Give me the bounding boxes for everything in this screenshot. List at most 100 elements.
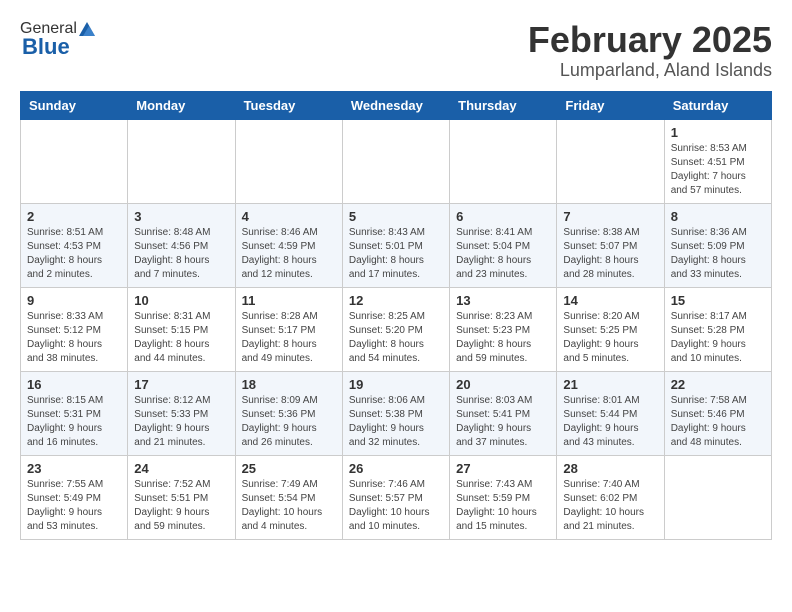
day-info: Sunrise: 8:03 AM Sunset: 5:41 PM Dayligh… [456,394,550,450]
day-info: Sunrise: 8:20 AM Sunset: 5:25 PM Dayligh… [563,310,657,366]
calendar-cell: 12 Sunrise: 8:25 AM Sunset: 5:20 PM Dayli… [342,287,449,371]
day-info: Sunrise: 7:52 AM Sunset: 5:51 PM Dayligh… [134,478,228,534]
calendar-cell: 26 Sunrise: 7:46 AM Sunset: 5:57 PM Dayli… [342,455,449,539]
day-info: Sunrise: 8:51 AM Sunset: 4:53 PM Dayligh… [27,226,121,282]
calendar-cell [128,119,235,203]
day-number: 26 [349,461,443,476]
day-info: Sunrise: 8:06 AM Sunset: 5:38 PM Dayligh… [349,394,443,450]
calendar-cell [342,119,449,203]
month-title: February 2025 [528,20,772,60]
calendar-cell: 8 Sunrise: 8:36 AM Sunset: 5:09 PM Daylig… [664,203,771,287]
day-info: Sunrise: 8:15 AM Sunset: 5:31 PM Dayligh… [27,394,121,450]
day-info: Sunrise: 8:25 AM Sunset: 5:20 PM Dayligh… [349,310,443,366]
day-number: 13 [456,293,550,308]
calendar-table: SundayMondayTuesdayWednesdayThursdayFrid… [20,91,772,540]
day-info: Sunrise: 7:58 AM Sunset: 5:46 PM Dayligh… [671,394,765,450]
calendar-cell: 14 Sunrise: 8:20 AM Sunset: 5:25 PM Dayli… [557,287,664,371]
day-info: Sunrise: 8:23 AM Sunset: 5:23 PM Dayligh… [456,310,550,366]
day-info: Sunrise: 8:28 AM Sunset: 5:17 PM Dayligh… [242,310,336,366]
page-header: General Blue February 2025 Lumparland, A… [20,20,772,81]
calendar-week-row: 1Sunrise: 8:53 AM Sunset: 4:51 PM Daylig… [21,119,772,203]
day-info: Sunrise: 8:46 AM Sunset: 4:59 PM Dayligh… [242,226,336,282]
calendar-cell: 23Sunrise: 7:55 AM Sunset: 5:49 PM Dayli… [21,455,128,539]
day-info: Sunrise: 8:31 AM Sunset: 5:15 PM Dayligh… [134,310,228,366]
logo-icon [79,22,95,36]
calendar-cell: 5 Sunrise: 8:43 AM Sunset: 5:01 PM Daylig… [342,203,449,287]
day-number: 1 [671,125,765,140]
calendar-cell: 17 Sunrise: 8:12 AM Sunset: 5:33 PM Dayli… [128,371,235,455]
day-number: 16 [27,377,121,392]
calendar-cell: 24 Sunrise: 7:52 AM Sunset: 5:51 PM Dayli… [128,455,235,539]
day-info: Sunrise: 8:48 AM Sunset: 4:56 PM Dayligh… [134,226,228,282]
logo: General Blue [20,20,95,60]
day-number: 25 [242,461,336,476]
calendar-cell: 10 Sunrise: 8:31 AM Sunset: 5:15 PM Dayli… [128,287,235,371]
column-header-thursday: Thursday [450,91,557,119]
day-number: 2 [27,209,121,224]
day-number: 27 [456,461,550,476]
day-number: 20 [456,377,550,392]
location-title: Lumparland, Aland Islands [528,60,772,81]
day-info: Sunrise: 8:43 AM Sunset: 5:01 PM Dayligh… [349,226,443,282]
title-area: February 2025 Lumparland, Aland Islands [528,20,772,81]
calendar-cell: 4Sunrise: 8:46 AM Sunset: 4:59 PM Daylig… [235,203,342,287]
calendar-cell: 9 Sunrise: 8:33 AM Sunset: 5:12 PM Daylig… [21,287,128,371]
calendar-cell: 13 Sunrise: 8:23 AM Sunset: 5:23 PM Dayli… [450,287,557,371]
calendar-cell: 27 Sunrise: 7:43 AM Sunset: 5:59 PM Dayli… [450,455,557,539]
day-number: 23 [27,461,121,476]
day-number: 3 [134,209,228,224]
calendar-cell: 3 Sunrise: 8:48 AM Sunset: 4:56 PM Daylig… [128,203,235,287]
day-number: 17 [134,377,228,392]
calendar-cell [557,119,664,203]
calendar-cell: 28Sunrise: 7:40 AM Sunset: 6:02 PM Dayli… [557,455,664,539]
day-number: 22 [671,377,765,392]
day-number: 15 [671,293,765,308]
calendar-cell: 1Sunrise: 8:53 AM Sunset: 4:51 PM Daylig… [664,119,771,203]
day-info: Sunrise: 7:46 AM Sunset: 5:57 PM Dayligh… [349,478,443,534]
day-info: Sunrise: 7:40 AM Sunset: 6:02 PM Dayligh… [563,478,657,534]
calendar-cell: 11 Sunrise: 8:28 AM Sunset: 5:17 PM Dayli… [235,287,342,371]
day-number: 8 [671,209,765,224]
day-info: Sunrise: 8:01 AM Sunset: 5:44 PM Dayligh… [563,394,657,450]
day-number: 24 [134,461,228,476]
day-number: 7 [563,209,657,224]
logo-blue-text: Blue [22,34,70,60]
calendar-cell [235,119,342,203]
calendar-cell [450,119,557,203]
column-header-tuesday: Tuesday [235,91,342,119]
day-number: 18 [242,377,336,392]
calendar-cell: 7 Sunrise: 8:38 AM Sunset: 5:07 PM Daylig… [557,203,664,287]
calendar-week-row: 16 Sunrise: 8:15 AM Sunset: 5:31 PM Dayli… [21,371,772,455]
calendar-cell [21,119,128,203]
day-number: 10 [134,293,228,308]
column-header-wednesday: Wednesday [342,91,449,119]
column-header-friday: Friday [557,91,664,119]
calendar-cell: 20 Sunrise: 8:03 AM Sunset: 5:41 PM Dayli… [450,371,557,455]
day-number: 21 [563,377,657,392]
day-number: 19 [349,377,443,392]
calendar-header-row: SundayMondayTuesdayWednesdayThursdayFrid… [21,91,772,119]
day-info: Sunrise: 7:49 AM Sunset: 5:54 PM Dayligh… [242,478,336,534]
day-info: Sunrise: 8:33 AM Sunset: 5:12 PM Dayligh… [27,310,121,366]
day-number: 9 [27,293,121,308]
day-info: Sunrise: 8:38 AM Sunset: 5:07 PM Dayligh… [563,226,657,282]
calendar-cell: 19 Sunrise: 8:06 AM Sunset: 5:38 PM Dayli… [342,371,449,455]
day-number: 14 [563,293,657,308]
calendar-cell: 21 Sunrise: 8:01 AM Sunset: 5:44 PM Dayli… [557,371,664,455]
column-header-saturday: Saturday [664,91,771,119]
day-info: Sunrise: 7:43 AM Sunset: 5:59 PM Dayligh… [456,478,550,534]
day-number: 12 [349,293,443,308]
day-number: 5 [349,209,443,224]
day-info: Sunrise: 8:36 AM Sunset: 5:09 PM Dayligh… [671,226,765,282]
calendar-cell: 18Sunrise: 8:09 AM Sunset: 5:36 PM Dayli… [235,371,342,455]
calendar-cell: 22 Sunrise: 7:58 AM Sunset: 5:46 PM Dayli… [664,371,771,455]
day-info: Sunrise: 8:12 AM Sunset: 5:33 PM Dayligh… [134,394,228,450]
day-info: Sunrise: 8:17 AM Sunset: 5:28 PM Dayligh… [671,310,765,366]
column-header-monday: Monday [128,91,235,119]
calendar-cell: 15 Sunrise: 8:17 AM Sunset: 5:28 PM Dayli… [664,287,771,371]
day-number: 11 [242,293,336,308]
calendar-week-row: 2 Sunrise: 8:51 AM Sunset: 4:53 PM Daylig… [21,203,772,287]
calendar-week-row: 23Sunrise: 7:55 AM Sunset: 5:49 PM Dayli… [21,455,772,539]
calendar-cell: 25 Sunrise: 7:49 AM Sunset: 5:54 PM Dayli… [235,455,342,539]
calendar-cell [664,455,771,539]
